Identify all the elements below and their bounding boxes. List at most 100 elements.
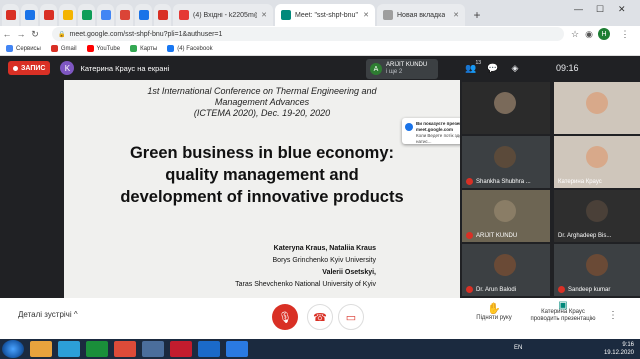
mic-muted-icon [466,286,473,293]
taskbar-app-icon[interactable] [114,341,136,357]
pinned-name: ARIJIT KUNDU [386,62,428,68]
menu-icon[interactable]: ⋮ [618,29,632,40]
bookmark-maps[interactable]: Карты [130,45,157,52]
forward-icon[interactable]: → [14,29,28,39]
leave-call-button[interactable]: ☎ [307,304,333,330]
bookmark-youtube[interactable]: YouTube [86,45,120,52]
participant-tile[interactable]: Sandeep kumar [554,244,640,296]
back-icon[interactable]: ← [0,29,14,39]
tab-title: (4) Вхідні - k2205m@ukr.net [193,11,257,19]
participant-tile[interactable]: Dr. Arun Balodi [462,244,550,296]
conference-line-2: Management Advances [214,97,310,107]
mic-off-button[interactable]: 🎙 [272,304,298,330]
screen-share-notification[interactable]: Ви показуєте презентацію для всіх на mee… [402,118,460,144]
taskbar-app-icon[interactable] [142,341,164,357]
tab-close-icon[interactable]: ✕ [261,11,267,19]
tray-time: 9:16 [622,342,634,348]
browser-tab-strip: (4) Вхідні - k2205m@ukr.net✕Meet: "sst-s… [0,0,640,26]
chat-icon[interactable]: 💬 [482,59,504,77]
browser-tab[interactable] [78,4,95,26]
browser-tab[interactable]: (4) Вхідні - k2205m@ukr.net ✕ [173,4,273,26]
maximize-icon[interactable]: ☐ [596,4,604,15]
present-screen-icon: ▣ [558,300,568,311]
participant-name: Dr. Arghadeep Bis... [558,233,612,239]
mic-muted-icon [466,178,473,185]
gmail-icon [50,45,58,52]
bookmark-gmail[interactable]: Gmail [50,45,77,52]
slide-title: Green business in blue economy: quality … [64,142,460,208]
participant-name: Shankha Shubhra ... [476,178,531,185]
participant-label: Shankha Shubhra ... [466,178,531,185]
participant-tile[interactable] [554,82,640,134]
youtube-icon [86,45,94,52]
extension-icon[interactable]: ◉ [582,29,596,40]
tab-favicon-icon [62,10,73,20]
browser-tab[interactable]: Новая вкладка ✕ [377,4,465,26]
participant-grid: Shankha Shubhra ... Катерина Краус ARIJIT … [460,80,640,298]
participant-tile[interactable]: ARIJIT KUNDU [462,190,550,242]
tab-favicon-icon [179,10,189,20]
camera-off-button[interactable]: ▭ [338,304,364,330]
browser-tab[interactable] [97,4,114,26]
tab-close-icon[interactable]: ✕ [453,11,459,19]
taskbar-app-icon[interactable] [226,341,248,357]
star-icon[interactable]: ☆ [568,29,582,40]
tray-date: 19.12.2020 [603,350,634,356]
address-bar: ← → ↻ 🔒 meet.google.com/sst-shpf-bnu?pli… [0,26,640,42]
language-indicator[interactable]: EN [514,345,522,351]
taskbar-app-icon[interactable] [86,341,108,357]
bookmark-apps[interactable]: Сервисы [6,45,41,52]
participant-tile[interactable]: Dr. Arghadeep Bis... [554,190,640,242]
taskbar-app-icon[interactable] [58,341,80,357]
reload-icon[interactable]: ↻ [28,29,42,40]
browser-tab[interactable] [154,4,171,26]
taskbar-app-icon[interactable] [198,341,220,357]
new-tab-button[interactable]: + [469,7,485,23]
browser-tab[interactable]: Meet: "sst-shpf-bnu" ✕ [275,4,375,26]
browser-tab[interactable] [40,4,57,26]
participants-icon[interactable]: 👥 13 [460,59,482,77]
tab-close-icon[interactable]: ✕ [363,11,369,19]
system-clock[interactable]: 9:16 19.12.2020 [604,341,634,357]
raise-hand-button[interactable]: ✋ Підняти руку [472,302,516,321]
url-input[interactable]: 🔒 meet.google.com/sst-shpf-bnu?pli=1&aut… [52,27,564,41]
presenting-label-2: проводить презентацію [530,316,596,322]
meeting-details-button[interactable]: Деталі зустрічі ^ [18,310,78,319]
taskbar-app-icon[interactable] [30,341,52,357]
browser-tab[interactable] [59,4,76,26]
participant-video [494,254,516,276]
profile-avatar[interactable]: H [598,28,610,40]
minimize-icon[interactable]: — [574,4,583,14]
start-button[interactable] [2,340,24,358]
bookmark-facebook[interactable]: (4) Facebook [167,45,213,52]
lock-icon: 🔒 [58,31,66,38]
presenting-status-button[interactable]: ▣ Катерина Краус проводить презентацію [524,300,602,323]
bookmark-label: Карты [140,45,158,52]
conference-line-3: (ICTEMA 2020), Dec. 19-20, 2020 [193,108,331,118]
windows-taskbar [0,339,640,359]
participant-tile[interactable]: Катерина Краус [554,136,640,188]
participant-name: Катерина Краус [558,179,602,185]
browser-tab[interactable] [2,4,19,26]
browser-tab[interactable] [21,4,38,26]
conference-line-1: 1st International Conference on Thermal … [147,86,377,96]
taskbar-app-icon[interactable] [170,341,192,357]
bookmarks-bar: Сервисы Gmail YouTube Карты (4) Facebook [0,42,640,56]
activities-icon[interactable]: ◈ [504,59,526,77]
participant-label: ARIJIT KUNDU [466,232,517,239]
browser-tab[interactable] [116,4,133,26]
tab-favicon-icon [5,10,16,20]
more-options-icon[interactable]: ⋮ [608,310,618,321]
close-window-icon[interactable]: ✕ [618,4,626,15]
browser-tab[interactable] [135,4,152,26]
url-text: meet.google.com/sst-shpf-bnu?pli=1&authu… [69,30,223,38]
slide-authors: Kateryna Kraus, Nataliia Kraus Borys Gri… [235,243,376,291]
participant-tile[interactable] [462,82,550,134]
tab-favicon-icon [24,10,35,20]
slide-title-line-3: development of innovative products [120,188,404,206]
author-2: Valerii Osetskyi, [322,269,376,276]
presenter-avatar: K [60,61,75,75]
notification-title: Ви показуєте презентацію для всіх на mee… [416,121,460,132]
pinned-participant[interactable]: A ARIJIT KUNDU і ще 2 [366,59,438,79]
participant-tile[interactable]: Shankha Shubhra ... [462,136,550,188]
